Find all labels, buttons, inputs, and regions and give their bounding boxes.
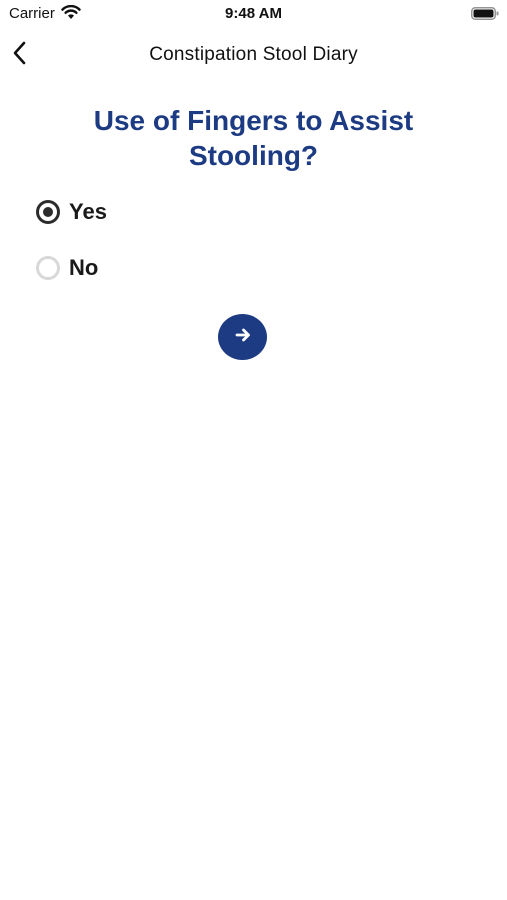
battery-icon (471, 7, 499, 20)
status-bar: Carrier 9:48 AM (0, 0, 507, 28)
option-yes[interactable]: Yes (36, 195, 107, 229)
radio-unselected-icon[interactable] (36, 256, 60, 280)
question-title: Use of Fingers to Assist Stooling? (93, 105, 414, 171)
option-label-no: No (69, 255, 99, 280)
arrow-right-icon (234, 326, 252, 349)
nav-title: Constipation Stool Diary (149, 44, 358, 65)
option-label-yes: Yes (69, 199, 107, 224)
option-no[interactable]: No (36, 251, 98, 285)
nav-bar: Constipation Stool Diary (0, 30, 507, 80)
next-button[interactable] (218, 314, 267, 360)
radio-selected-icon[interactable] (36, 200, 60, 224)
status-time: 9:48 AM (225, 5, 282, 22)
